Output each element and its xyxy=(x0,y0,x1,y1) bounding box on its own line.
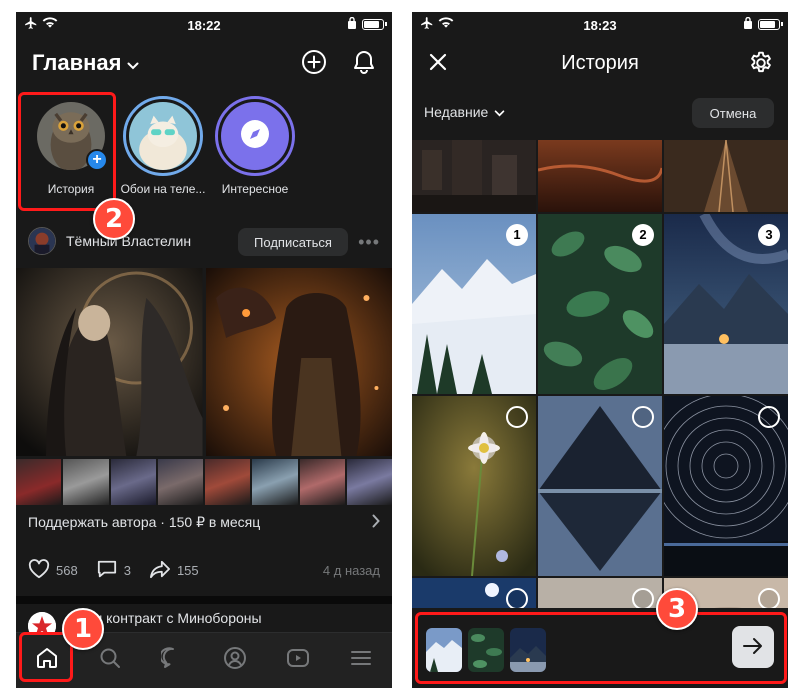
story-wallpapers[interactable]: Обои на теле... xyxy=(120,96,206,196)
cat-avatar xyxy=(129,102,197,170)
page-title: История xyxy=(561,52,639,74)
share-button[interactable]: 155 xyxy=(149,559,199,582)
post-thumbnail-strip xyxy=(16,459,392,505)
orientation-lock-icon xyxy=(348,16,356,32)
selection-circle[interactable] xyxy=(758,406,780,428)
story-gallery-screen: 18:23 История Недавние Отмена 1 2 3 xyxy=(412,12,788,688)
share-count: 155 xyxy=(176,562,199,578)
support-author-row[interactable]: Поддержать автора · 150 ₽ в месяц xyxy=(28,514,380,538)
thumbnail[interactable] xyxy=(157,459,203,505)
photo-cell[interactable] xyxy=(538,140,662,212)
selection-circle[interactable] xyxy=(632,406,654,428)
selection-number: 3 xyxy=(758,224,780,246)
post-header: Тёмный Властелин Подписаться ••• xyxy=(16,224,392,260)
subscribe-button[interactable]: Подписаться xyxy=(238,228,348,256)
post-author-name[interactable]: Тёмный Властелин xyxy=(66,233,191,249)
profile-icon xyxy=(223,646,247,675)
status-bar: 18:23 xyxy=(412,12,788,40)
page-title: Главная xyxy=(32,50,122,75)
thumbnail[interactable] xyxy=(299,459,345,505)
tab-menu[interactable] xyxy=(329,633,392,688)
tab-video[interactable] xyxy=(267,633,330,688)
photo-cell-selected[interactable]: 2 xyxy=(538,214,662,394)
selection-circle[interactable] xyxy=(632,588,654,610)
thumbnail[interactable] xyxy=(110,459,156,505)
compass-icon xyxy=(238,117,272,156)
story-label: Обои на теле... xyxy=(120,182,206,196)
compass-avatar xyxy=(221,102,289,170)
selection-circle[interactable] xyxy=(758,588,780,610)
post-time: 4 д назад xyxy=(322,562,380,578)
story-label: Интересное xyxy=(221,182,289,196)
photo-cell[interactable] xyxy=(664,140,788,212)
status-bar: 18:22 xyxy=(16,12,392,40)
search-icon xyxy=(98,646,122,675)
selection-circle[interactable] xyxy=(506,406,528,428)
author-avatar[interactable] xyxy=(28,227,56,255)
chevron-right-icon xyxy=(372,514,380,533)
story-interesting[interactable]: Интересное xyxy=(212,96,298,196)
gallery-header: История xyxy=(412,48,788,80)
status-time: 18:23 xyxy=(583,18,617,33)
thumbnail[interactable] xyxy=(346,459,392,505)
thumbnail[interactable] xyxy=(205,459,251,505)
post-image[interactable] xyxy=(205,268,392,456)
photo-cell[interactable] xyxy=(412,396,536,576)
photo-cell[interactable] xyxy=(538,396,662,576)
battery-icon xyxy=(758,19,783,30)
bell-icon[interactable] xyxy=(350,48,378,76)
photo-cell[interactable] xyxy=(412,140,536,212)
post-images xyxy=(16,268,392,456)
selection-circle[interactable] xyxy=(506,588,528,610)
comment-icon xyxy=(96,559,118,582)
album-filter[interactable]: Недавние xyxy=(424,104,505,120)
selection-number: 2 xyxy=(632,224,654,246)
share-icon xyxy=(149,559,171,582)
photo-cell[interactable] xyxy=(664,396,788,576)
thumbnail[interactable] xyxy=(16,459,62,505)
photo-cell-selected[interactable]: 1 xyxy=(412,214,536,394)
thumbnail[interactable] xyxy=(252,459,298,505)
status-time: 18:22 xyxy=(187,18,221,33)
thumbnail[interactable] xyxy=(63,459,109,505)
highlight-selected-tray xyxy=(415,612,787,684)
cancel-button[interactable]: Отмена xyxy=(692,98,774,128)
feed-switcher[interactable]: Главная xyxy=(32,50,139,76)
tab-messages[interactable] xyxy=(141,633,204,688)
chevron-down-icon xyxy=(494,104,505,120)
heart-icon xyxy=(28,558,50,582)
comment-count: 3 xyxy=(123,562,131,578)
menu-icon xyxy=(349,646,373,675)
step-badge-3: 3 xyxy=(656,588,698,630)
photo-cell-selected[interactable]: 3 xyxy=(664,214,788,394)
step-badge-2: 2 xyxy=(93,198,135,240)
step-badge-1: 1 xyxy=(62,608,104,650)
chevron-down-icon xyxy=(127,50,139,76)
video-icon xyxy=(286,646,310,675)
like-count: 568 xyxy=(56,562,78,578)
comment-button[interactable]: 3 xyxy=(96,559,131,582)
battery-icon xyxy=(362,19,387,30)
post-actions: 568 3 155 4 д назад xyxy=(28,558,380,582)
orientation-lock-icon xyxy=(744,16,752,32)
album-filter-label: Недавние xyxy=(424,104,489,120)
more-options-icon[interactable]: ••• xyxy=(358,232,380,253)
selection-number: 1 xyxy=(506,224,528,246)
support-text: Поддержать автора · 150 ₽ в месяц xyxy=(28,514,261,530)
highlight-story-create xyxy=(18,92,116,211)
tab-profile[interactable] xyxy=(204,633,267,688)
gear-icon[interactable] xyxy=(748,50,774,81)
feed-divider xyxy=(16,596,392,604)
post-image[interactable] xyxy=(16,268,203,456)
like-button[interactable]: 568 xyxy=(28,558,78,582)
plus-circle-icon[interactable] xyxy=(300,48,328,76)
chat-icon xyxy=(159,646,185,675)
